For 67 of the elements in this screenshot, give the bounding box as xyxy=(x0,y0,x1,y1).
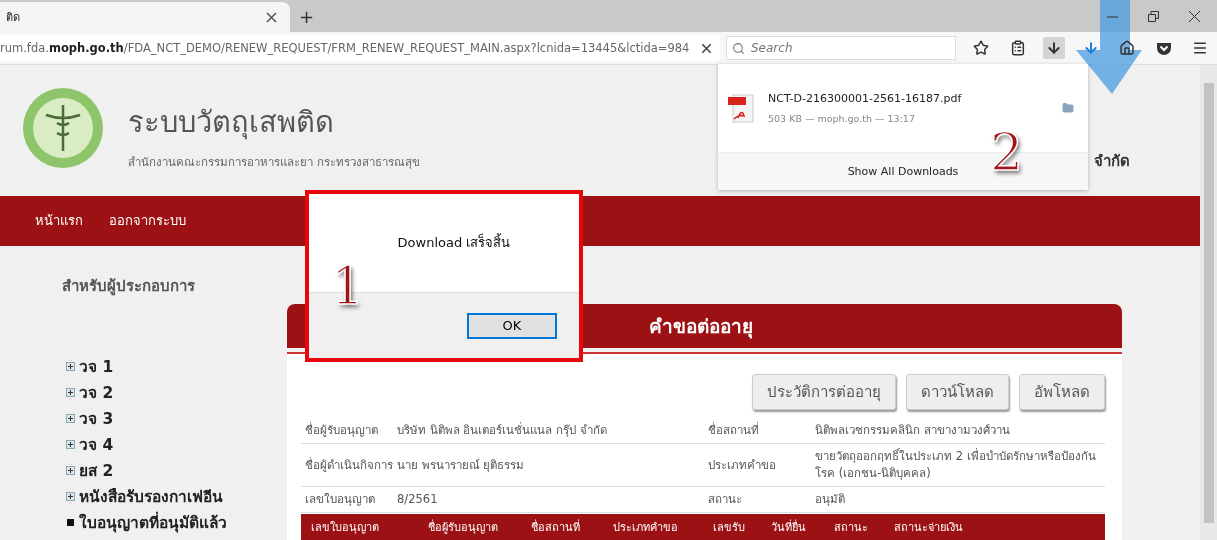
search-field[interactable]: Search xyxy=(726,36,956,60)
field-value: นาย พรนารายณ์ ยุติธรรม xyxy=(397,456,526,474)
column-header: เลขรับ xyxy=(713,520,746,536)
nav-link[interactable]: ออกจากระบบ xyxy=(109,210,186,232)
site-subtitle: สำนักงานคณะกรรมการอาหารและยา กระทรวงสาธารณสุข xyxy=(128,154,420,171)
field-value: นิติพลเวชกรรมคลินิก สาขางามวงศ์วาน xyxy=(815,422,1011,439)
dialog-message: Download เสร็จสิ้น xyxy=(397,232,511,252)
column-header: เลขใบอนุญาต xyxy=(311,520,380,536)
tree-item[interactable]: หนังสือรับรองกาเฟอีน xyxy=(66,486,287,507)
field-label: ประเภทคำขอ xyxy=(708,456,777,474)
file-name: NCT-D-216300001-2561-16187.pdf xyxy=(768,92,963,105)
column-header: ชื่อสถานที่ xyxy=(531,518,581,536)
scrollbar[interactable] xyxy=(1200,65,1217,540)
expand-icon xyxy=(66,440,75,449)
column-header: สถานะจ่ายเงิน xyxy=(894,520,964,536)
star-icon xyxy=(973,40,989,56)
field-label: ชื่อสถานที่ xyxy=(708,422,760,439)
logo-icon xyxy=(22,87,104,169)
field-value: อนุมัติ xyxy=(815,491,846,508)
expand-icon xyxy=(66,414,75,423)
expand-icon xyxy=(66,388,75,397)
column-header: ประเภทคำขอ xyxy=(613,520,679,536)
address-field[interactable]: rum.fda.moph.go.th/FDA_NCT_DEMO/RENEW_REQUEST/FRM_RENEW_REQUEST_MAIN.aspx?lcnida=13445&lctida=984 xyxy=(0,35,720,61)
search-icon xyxy=(732,42,745,55)
restore-icon xyxy=(1148,10,1159,22)
expand-icon xyxy=(66,466,75,475)
pocket-icon xyxy=(1155,40,1172,56)
expand-icon xyxy=(66,492,75,501)
folder-icon[interactable] xyxy=(1062,102,1074,114)
field-label: เลขใบอนุญาต xyxy=(305,491,376,508)
bullet-icon xyxy=(66,518,75,527)
field-label: สถานะ xyxy=(708,491,743,508)
expand-icon xyxy=(66,362,75,371)
clipboard-icon xyxy=(1009,40,1026,56)
nav-link[interactable]: หน้าแรก xyxy=(35,210,83,232)
field-label: ชื่อผู้ดำเนินกิจการ xyxy=(305,456,394,474)
tree-item[interactable]: ใบอนุญาตที่อนุมัติแล้ว xyxy=(66,512,287,533)
home-icon xyxy=(1119,40,1135,56)
download-icon xyxy=(1046,40,1062,56)
close-icon xyxy=(702,43,711,53)
tree-item[interactable]: วจ 2 xyxy=(66,382,287,403)
field-value: ขายวัตถุออกฤทธิ์ในประเภท 2 เพื่อบำบัดรักษาหรือป้องกันโรค (เอกชน-นิติบุคคล) xyxy=(815,448,1097,482)
browser-tab[interactable]: ติด xyxy=(0,2,290,32)
site-title: ระบบวัตถุเสพติด xyxy=(128,104,335,142)
close-icon xyxy=(266,11,277,23)
file-details: 503 KB — moph.go.th — 13:17 xyxy=(768,113,916,124)
close-icon xyxy=(1189,10,1200,22)
pdf-file-icon xyxy=(728,93,754,123)
column-header: วันที่ยื่น xyxy=(771,518,807,536)
toolbar-button[interactable] xyxy=(1043,37,1065,59)
ok-button[interactable]: OK xyxy=(467,312,557,339)
sidebar-heading: สำหรับผู้ประกอบการ xyxy=(62,276,196,298)
action-button[interactable]: อัพโหลด xyxy=(1019,374,1105,410)
menu-icon xyxy=(1192,40,1208,56)
field-value: 8/2561 xyxy=(397,491,439,508)
tree-item[interactable]: ยส 2 xyxy=(66,460,287,481)
company-name: จำกัด xyxy=(1094,151,1130,172)
column-header: สถานะ xyxy=(834,520,869,536)
field-label: ชื่อผู้รับอนุญาต xyxy=(305,422,379,439)
tree-item[interactable]: วจ 1 xyxy=(66,356,287,377)
column-header: ชื่อผู้รับอนุญาต xyxy=(428,518,499,536)
field-value: บริษัท นิติพล อินเตอร์เนชั่นแนล กรุ๊ป จำกัด xyxy=(397,422,608,439)
tree-item[interactable]: วจ 3 xyxy=(66,408,287,429)
new-tab-button[interactable]: + xyxy=(296,2,318,30)
action-button[interactable]: ดาวน์โหลด xyxy=(906,374,1009,410)
action-button[interactable]: ประวัติการต่ออายุ xyxy=(752,374,896,410)
tree-item[interactable]: วจ 4 xyxy=(66,434,287,455)
